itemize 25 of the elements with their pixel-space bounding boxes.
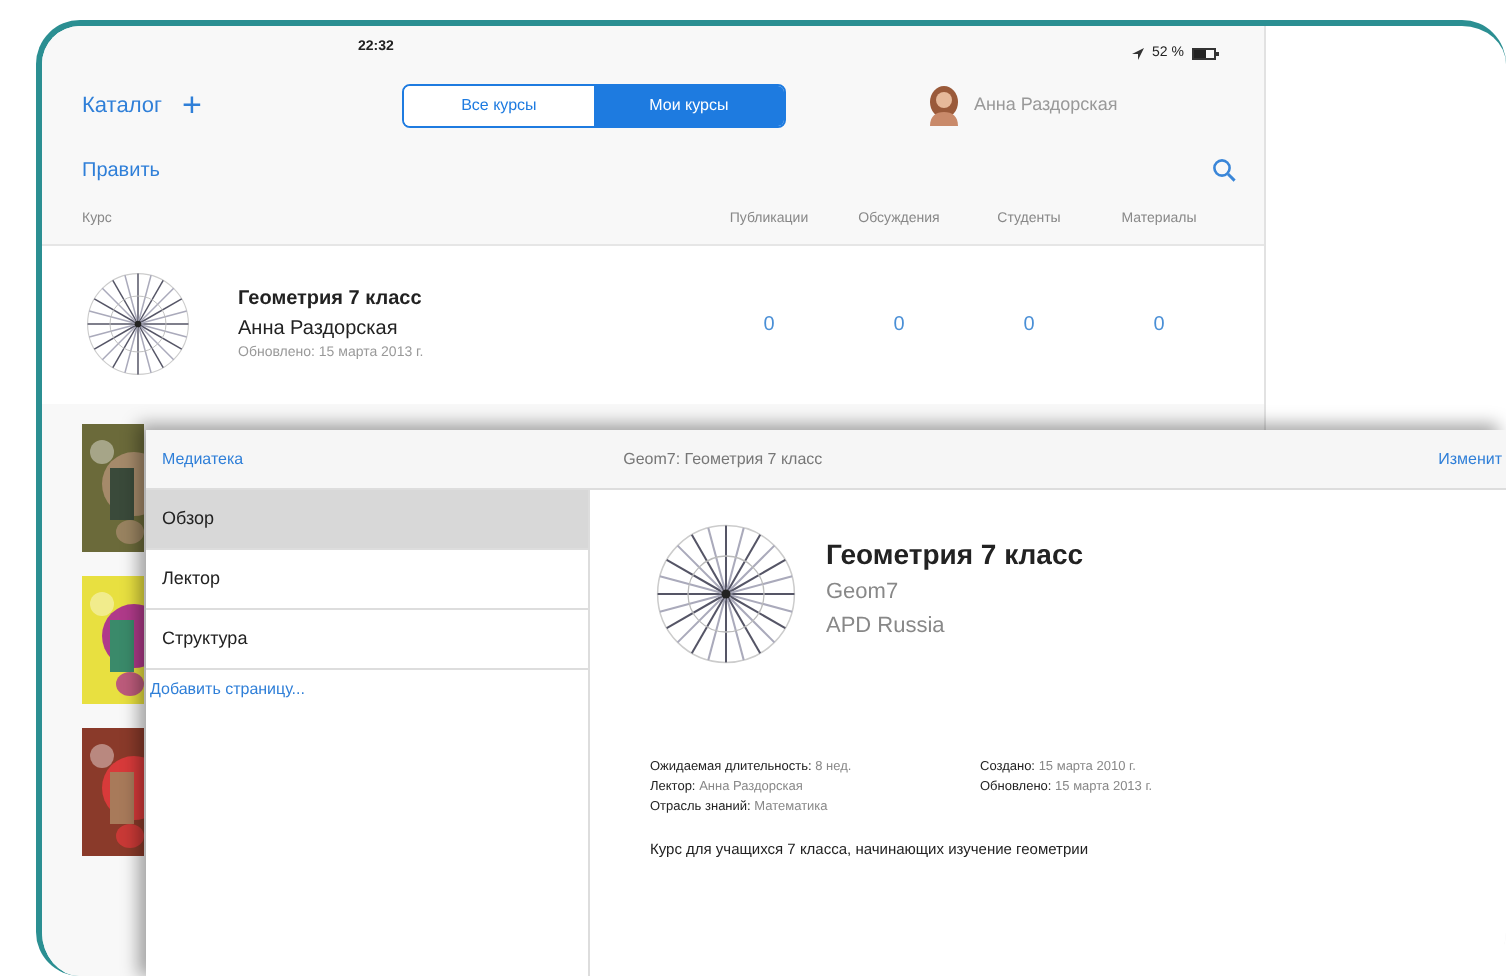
edit-link[interactable]: Править bbox=[82, 155, 160, 185]
count-value: 0 bbox=[1021, 311, 1037, 339]
count-value: 0 bbox=[1151, 311, 1167, 339]
course-title: Геометрия 7 класс bbox=[238, 285, 424, 314]
organization: APD Russia bbox=[826, 611, 947, 641]
avatar[interactable] bbox=[925, 86, 962, 126]
location-icon bbox=[1132, 48, 1145, 60]
segment-tab[interactable]: Мои курсы bbox=[593, 86, 784, 126]
back-link[interactable]: Медиатека bbox=[162, 447, 244, 471]
add-button[interactable]: + bbox=[182, 80, 202, 132]
sidebar-item[interactable]: Обзор bbox=[146, 490, 588, 550]
search-icon[interactable] bbox=[1212, 158, 1236, 182]
count-value: 0 bbox=[761, 311, 777, 339]
course-author: Анна Раздорская bbox=[238, 315, 400, 344]
course-code: Geom7 bbox=[826, 578, 901, 608]
segment-tab[interactable]: Все курсы bbox=[403, 86, 594, 126]
course-thumbnail-drawing bbox=[82, 268, 194, 380]
modal-title: Geom7: Геометрия 7 класс bbox=[623, 447, 823, 471]
edit-link[interactable]: Изменит bbox=[1438, 447, 1502, 471]
battery-icon bbox=[1192, 48, 1220, 60]
add-page-link[interactable]: Добавить страницу... bbox=[146, 670, 305, 702]
catalog-link[interactable]: Каталог bbox=[82, 89, 162, 123]
count-value: 0 bbox=[891, 311, 907, 339]
user-name: Анна Раздорская bbox=[973, 92, 1118, 119]
course-title: Геометрия 7 класс bbox=[826, 536, 1084, 574]
